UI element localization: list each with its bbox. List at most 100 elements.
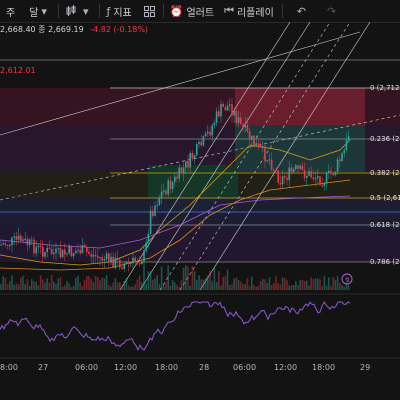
volume-bar xyxy=(308,285,310,290)
volume-bar xyxy=(306,280,308,290)
candle-body xyxy=(37,245,40,248)
volume-bar xyxy=(211,281,213,290)
volume-bar xyxy=(59,277,62,290)
volume-bar xyxy=(317,278,319,290)
candle-body xyxy=(64,249,66,255)
undo-button[interactable]: ↶ xyxy=(297,5,309,18)
candle-body xyxy=(68,246,70,254)
volume-bar xyxy=(237,279,240,290)
candle-body xyxy=(281,176,284,185)
candle-body xyxy=(273,169,275,171)
volume-bar xyxy=(116,282,119,290)
redo-icon: ↷ xyxy=(327,4,337,18)
volume-bar xyxy=(147,271,150,290)
candle-body xyxy=(4,243,7,245)
candle-body xyxy=(42,246,44,257)
candle-body xyxy=(154,205,156,216)
volume-bar xyxy=(209,270,211,290)
redo-button[interactable]: ↷ xyxy=(327,5,339,18)
candle-body xyxy=(295,165,297,169)
candle-body xyxy=(132,257,134,264)
volume-bar xyxy=(26,279,29,290)
volume-bar xyxy=(268,277,271,290)
candle-body xyxy=(317,176,319,178)
candle-body xyxy=(169,180,172,190)
candle-body xyxy=(15,236,18,240)
volume-bar xyxy=(295,281,297,290)
candle-body xyxy=(253,135,255,146)
volume-bar xyxy=(281,277,284,290)
toolbar-divider xyxy=(281,4,283,18)
volume-bar xyxy=(220,285,222,290)
volume-bar xyxy=(127,285,130,290)
layout-button[interactable] xyxy=(143,5,155,17)
volume-bar xyxy=(264,279,266,290)
volume-bar xyxy=(105,275,108,290)
time-axis-label: 29 xyxy=(360,363,371,372)
candle-body xyxy=(110,256,112,263)
volume-bar xyxy=(321,286,323,290)
volume-bar xyxy=(20,277,22,290)
chart-type-button[interactable] xyxy=(65,5,77,17)
grid-icon xyxy=(143,5,155,17)
volume-bar xyxy=(57,278,59,290)
volume-bar xyxy=(103,278,106,290)
candle-body xyxy=(180,167,183,174)
candle-body xyxy=(310,171,312,178)
replay-button[interactable]: ⏮ 리플레이 xyxy=(224,4,274,19)
chart-type-dropdown[interactable]: ▾ xyxy=(83,5,92,18)
volume-bar xyxy=(330,285,332,290)
fib-zone-red xyxy=(235,88,365,125)
candle-body xyxy=(347,136,350,141)
candle-body xyxy=(136,262,139,264)
candle-body xyxy=(218,111,220,117)
volume-bar xyxy=(255,286,257,290)
candle-body xyxy=(187,160,189,168)
candle-body xyxy=(61,249,64,258)
candle-body xyxy=(138,263,141,265)
candle-body xyxy=(189,153,191,168)
alert-button[interactable]: ⏰ 얼러트 xyxy=(170,4,214,19)
candle-body xyxy=(72,253,75,257)
volume-bar xyxy=(138,275,141,290)
time-axis-label: 06:00 xyxy=(75,363,99,372)
volume-bar xyxy=(123,280,125,290)
candle-body xyxy=(229,104,231,106)
volume-bar xyxy=(334,279,337,290)
candle-body xyxy=(165,190,167,195)
candle-body xyxy=(244,124,246,128)
volume-bar xyxy=(174,282,176,290)
candle-body xyxy=(211,125,213,136)
candle-body xyxy=(222,103,224,107)
candle-body xyxy=(163,190,165,192)
volume-bar xyxy=(288,285,290,290)
volume-bar xyxy=(66,281,68,290)
candle-body xyxy=(158,197,161,206)
fib-label-0236: 0.236 (2,66 xyxy=(370,135,400,143)
candle-body xyxy=(167,180,169,195)
volume-bar xyxy=(301,279,304,290)
indicators-button[interactable]: ƒ 지표 xyxy=(106,4,131,19)
price-chart[interactable]: ↯ xyxy=(0,22,400,400)
fib-label-0618: 0.618 (2,59 xyxy=(370,221,400,229)
volume-bar xyxy=(229,285,231,290)
volume-bar xyxy=(46,278,48,290)
volume-bar xyxy=(48,282,51,290)
volume-bar xyxy=(108,284,110,290)
candle-body xyxy=(312,177,315,180)
candle-body xyxy=(268,159,271,161)
volume-bar xyxy=(275,275,277,290)
candle-body xyxy=(176,176,178,179)
candle-body xyxy=(255,143,257,146)
candle-body xyxy=(160,191,163,198)
volume-bar xyxy=(44,282,46,290)
interval-week-button[interactable]: 주 xyxy=(6,4,15,19)
interval-month-button[interactable]: 달 ▾ xyxy=(29,4,50,19)
volume-bar xyxy=(198,275,200,290)
volume-bar xyxy=(132,286,134,290)
volume-bar xyxy=(336,276,339,290)
volume-bar xyxy=(97,277,99,290)
time-axis-label: 12:00 xyxy=(274,363,298,372)
candle-body xyxy=(99,257,101,259)
volume-bar xyxy=(145,283,147,290)
